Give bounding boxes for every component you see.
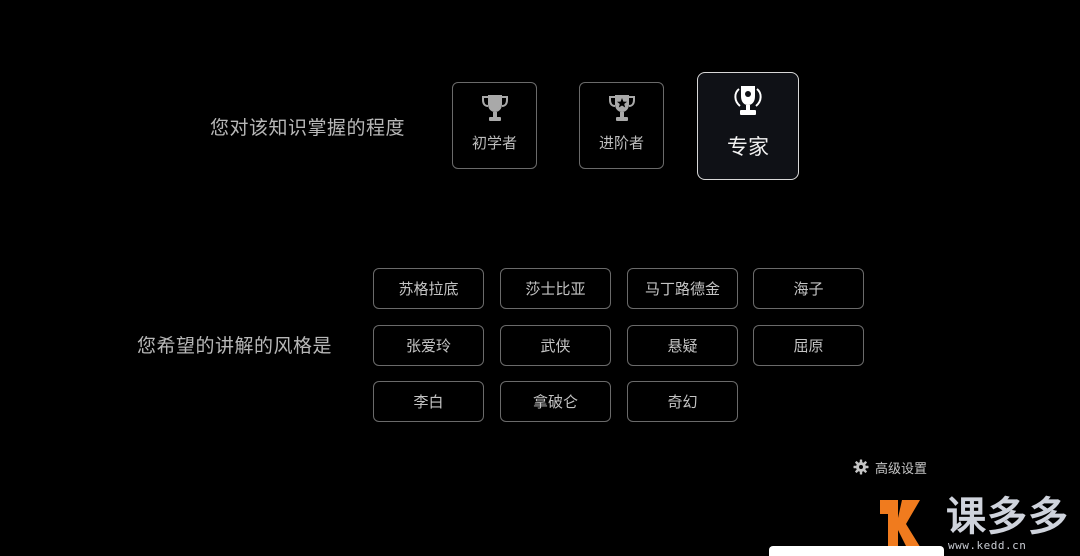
style-option-wuxia[interactable]: 武侠 <box>500 325 611 366</box>
watermark-brand: 课多多 <box>946 494 1069 540</box>
level-beginner-button[interactable]: 初学者 <box>452 82 537 169</box>
level-advanced-label: 进阶者 <box>598 134 644 152</box>
trophy-icon <box>481 95 508 121</box>
style-option-socrates[interactable]: 苏格拉底 <box>373 268 484 309</box>
trophy-laurel-icon <box>734 86 762 115</box>
style-option-shakespeare[interactable]: 莎士比亚 <box>500 268 611 309</box>
knowledge-level-label: 您对该知识掌握的程度 <box>210 117 406 139</box>
style-option-suspense[interactable]: 悬疑 <box>627 325 738 366</box>
watermark-url: www.kedd.cn <box>948 539 1027 552</box>
level-advanced-button[interactable]: 进阶者 <box>579 82 664 169</box>
level-beginner-label: 初学者 <box>471 134 517 152</box>
trophy-star-icon <box>608 95 635 121</box>
advanced-settings-label: 高级设置 <box>875 461 928 477</box>
style-option-quyuan[interactable]: 屈原 <box>753 325 864 366</box>
style-option-zhang-ailing[interactable]: 张爱玲 <box>373 325 484 366</box>
style-option-mlk[interactable]: 马丁路德金 <box>627 268 738 309</box>
level-expert-button[interactable]: 专家 <box>697 72 799 180</box>
bottom-bar <box>769 546 944 556</box>
style-option-libai[interactable]: 李白 <box>373 381 484 422</box>
level-expert-label: 专家 <box>727 135 769 159</box>
advanced-settings-button[interactable]: 高级设置 <box>853 458 928 477</box>
style-option-haizi[interactable]: 海子 <box>753 268 864 309</box>
style-option-fantasy[interactable]: 奇幻 <box>627 381 738 422</box>
gear-icon <box>853 459 869 475</box>
style-option-napoleon[interactable]: 拿破仑 <box>500 381 611 422</box>
style-label: 您希望的讲解的风格是 <box>137 335 333 357</box>
